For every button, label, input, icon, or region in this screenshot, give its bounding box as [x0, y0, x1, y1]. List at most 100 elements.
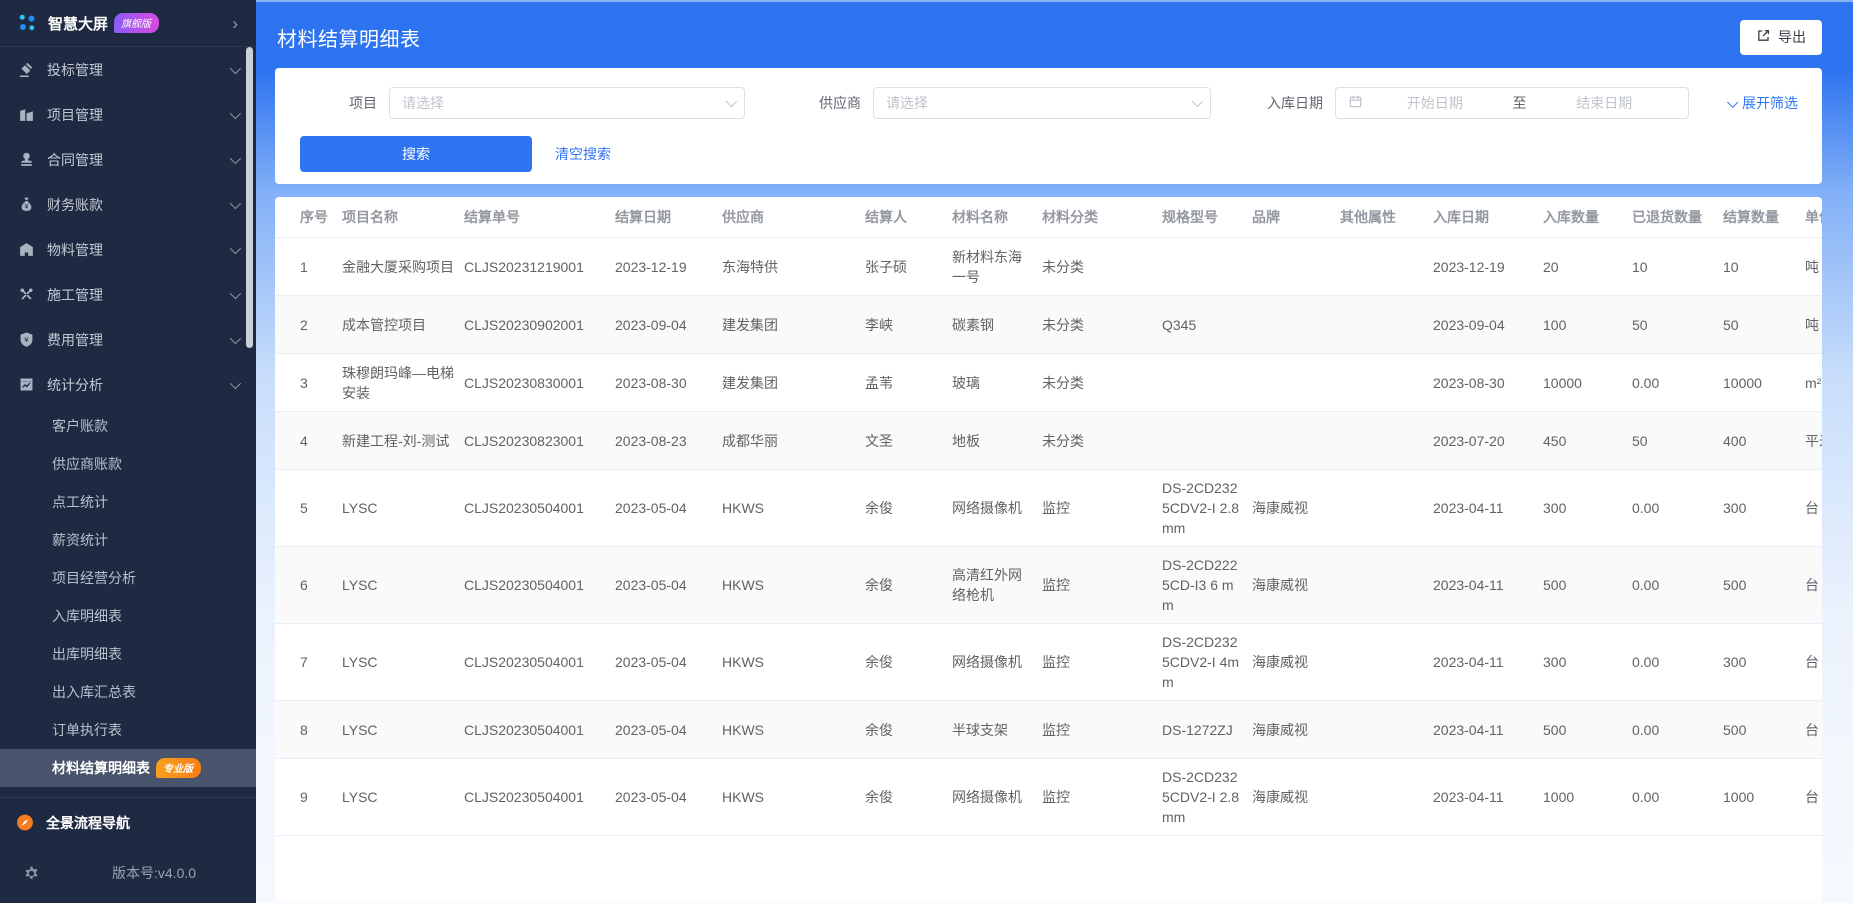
table-row[interactable]: 2 成本管控项目 CLJS20230902001 2023-09-04 建发集团 李峡 碳素…	[275, 296, 1822, 354]
sidebar-subitem-5[interactable]: 项目经营分析	[0, 559, 256, 597]
date-range-separator: 至	[1512, 95, 1527, 111]
table-cell: HKWS	[722, 654, 764, 670]
sidebar-item-label: 统计分析	[47, 376, 103, 393]
chevron-down-icon	[229, 242, 242, 254]
chevron-down-icon	[229, 197, 242, 209]
table-cell: 监控	[1042, 721, 1070, 738]
table-cell: 400	[1723, 432, 1747, 449]
page-title: 材料结算明细表	[277, 28, 421, 51]
sidebar-subitem-10[interactable]: 材料结算明细表 专业版	[0, 749, 256, 787]
table-cell: 台	[1805, 577, 1819, 593]
sidebar-item-8[interactable]: 统计分析	[0, 362, 256, 407]
table-cell: 网络摄像机	[952, 654, 1022, 670]
sidebar-subitem-6[interactable]: 入库明细表	[0, 597, 256, 635]
sidebar-item-label: 合同管理	[47, 151, 103, 168]
table-cell: 新建工程-刘-测试	[342, 432, 450, 449]
table-cell: 李峡	[865, 316, 893, 333]
table-cell: CLJS20230830001	[464, 374, 584, 391]
sidebar-subitem-label: 项目经营分析	[52, 570, 136, 586]
sidebar-subitem-4[interactable]: 薪资统计	[0, 521, 256, 559]
table-cell: 500	[1543, 721, 1567, 738]
table-cell: 0.00	[1632, 374, 1660, 391]
clear-search-link[interactable]: 清空搜索	[555, 144, 611, 164]
sidebar-subitem-7[interactable]: 出库明细表	[0, 635, 256, 673]
sidebar-subitem-3[interactable]: 点工统计	[0, 483, 256, 521]
table-cell: 1000	[1543, 789, 1575, 805]
table-row[interactable]: 3 珠穆朗玛峰—电梯安装 CLJS20230830001 2023-08-30 建发集团…	[275, 354, 1822, 412]
settlement-table-card: 序号 项目名称 结算单号 结算日期 供应商 结算人 材料名称 材料分类 规格型号 品牌 其他属性 入库…	[275, 197, 1822, 902]
column-header: 项目名称	[342, 209, 398, 225]
table-cell: 2023-08-30	[615, 374, 687, 391]
table-cell: 海康威视	[1252, 721, 1308, 738]
table-cell: CLJS20230504001	[464, 721, 584, 738]
search-button[interactable]: 搜索	[300, 136, 532, 172]
app-title: 智慧大屏	[48, 15, 109, 33]
sidebar-item-label: 项目管理	[47, 106, 103, 123]
sidebar-item-process-navigation[interactable]: 全景流程导航	[0, 800, 256, 845]
sidebar-subitem-2[interactable]: 供应商账款	[0, 445, 256, 483]
sidebar-scrollbar-thumb[interactable]	[246, 47, 253, 348]
table-cell: 台	[1805, 721, 1819, 738]
sidebar-item-1[interactable]: 投标管理	[0, 47, 256, 92]
sidebar-subitem-8[interactable]: 出入库汇总表	[0, 673, 256, 711]
sidebar-item-7[interactable]: ¥ 费用管理	[0, 317, 256, 362]
table-cell: CLJS20230504001	[464, 654, 584, 670]
sidebar-item-4[interactable]: ¥ 财务账款	[0, 182, 256, 227]
export-button[interactable]: 导出	[1740, 19, 1822, 55]
expand-filters-link[interactable]: 展开筛选	[1727, 93, 1798, 113]
table-cell: HKWS	[722, 789, 764, 805]
sidebar-subitem-9[interactable]: 订单执行表	[0, 711, 256, 749]
sidebar-item-6[interactable]: 施工管理	[0, 272, 256, 317]
sidebar-item-label: 物料管理	[47, 241, 103, 258]
table-row[interactable]: 1 金融大厦采购项目 CLJS20231219001 2023-12-19 东海特供 张子…	[275, 238, 1822, 296]
table-cell: 2023-09-04	[1433, 316, 1505, 333]
version-label: 版本号:v4.0.0	[112, 865, 197, 881]
pro-badge: 专业版	[156, 758, 201, 778]
table-row[interactable]: 9 LYSC CLJS20230504001 2023-05-04 HKWS 余俊 网络摄像…	[275, 759, 1822, 836]
sidebar-subitem-1[interactable]: 客户账款	[0, 407, 256, 445]
table-row[interactable]: 5 LYSC CLJS20230504001 2023-05-04 HKWS 余俊 网络摄像…	[275, 470, 1822, 547]
stamp-icon	[17, 151, 35, 169]
sidebar-subitem-label: 薪资统计	[52, 532, 108, 548]
supplier-select[interactable]: 请选择	[873, 87, 1211, 119]
table-cell: 文圣	[865, 432, 893, 449]
main-content: 材料结算明细表 导出 项目 请选择 供应商 请选择 入库日期 开始日期 至 结束…	[256, 0, 1853, 903]
filter-row: 项目 请选择 供应商 请选择 入库日期 开始日期 至 结束日期 展开筛选	[299, 87, 1798, 119]
project-select[interactable]: 请选择	[389, 87, 745, 119]
project-filter-label: 项目	[349, 95, 377, 111]
table-row[interactable]: 8 LYSC CLJS20230504001 2023-05-04 HKWS 余俊 半球支架…	[275, 701, 1822, 759]
sidebar: 智慧大屏 旗舰版 › 投标管理项目管理合同管理 ¥ 财务账款物料管理施工管理 ¥ 费用管…	[0, 0, 269, 903]
sidebar-logo-row[interactable]: 智慧大屏 旗舰版 ›	[0, 0, 256, 47]
table-row[interactable]: 4 新建工程-刘-测试 CLJS20230823001 2023-08-23 成都华丽 文…	[275, 412, 1822, 470]
table-cell: 金融大厦采购项目	[342, 258, 454, 275]
table-cell: 10	[1632, 258, 1648, 275]
sidebar-item-5[interactable]: 物料管理	[0, 227, 256, 272]
shield-icon: ¥	[17, 331, 35, 349]
supplier-filter-label: 供应商	[819, 95, 861, 111]
table-cell: LYSC	[342, 721, 378, 738]
table-cell: 网络摄像机	[952, 789, 1022, 805]
table-cell: 5	[300, 500, 308, 516]
sidebar-subitem-label: 点工统计	[52, 494, 108, 510]
gear-icon[interactable]	[22, 864, 40, 882]
sidebar-version-row: 版本号:v4.0.0	[0, 853, 256, 893]
column-header: 材料名称	[952, 209, 1008, 225]
stats-icon	[17, 376, 35, 394]
table-row[interactable]: 7 LYSC CLJS20230504001 2023-05-04 HKWS 余俊 网络摄像…	[275, 624, 1822, 701]
table-cell: 吨	[1805, 258, 1819, 275]
table-cell: 2023-05-04	[615, 789, 687, 805]
sidebar-item-3[interactable]: 合同管理	[0, 137, 256, 182]
sidebar-subitem-label: 入库明细表	[52, 608, 122, 624]
project-select-placeholder: 请选择	[402, 95, 444, 111]
sidebar-submenu: 客户账款 供应商账款点工统计薪资统计项目经营分析 入库明细表出库明细表 出入库汇总表订…	[0, 407, 256, 787]
app-window: 智慧大屏 旗舰版 › 投标管理项目管理合同管理 ¥ 财务账款物料管理施工管理 ¥ 费用管…	[0, 0, 1853, 903]
chevron-down-icon	[229, 332, 242, 344]
table-cell: 张子硕	[865, 258, 907, 275]
table-row[interactable]: 6 LYSC CLJS20230504001 2023-05-04 HKWS 余俊 高清红外…	[275, 547, 1822, 624]
table-cell: 2023-08-23	[615, 432, 687, 449]
table-cell: CLJS20230902001	[464, 316, 584, 333]
table-cell: 台	[1805, 500, 1819, 516]
table-cell: 监控	[1042, 577, 1070, 593]
sidebar-item-2[interactable]: 项目管理	[0, 92, 256, 137]
inbound-date-range-input[interactable]: 开始日期 至 结束日期	[1335, 87, 1689, 119]
